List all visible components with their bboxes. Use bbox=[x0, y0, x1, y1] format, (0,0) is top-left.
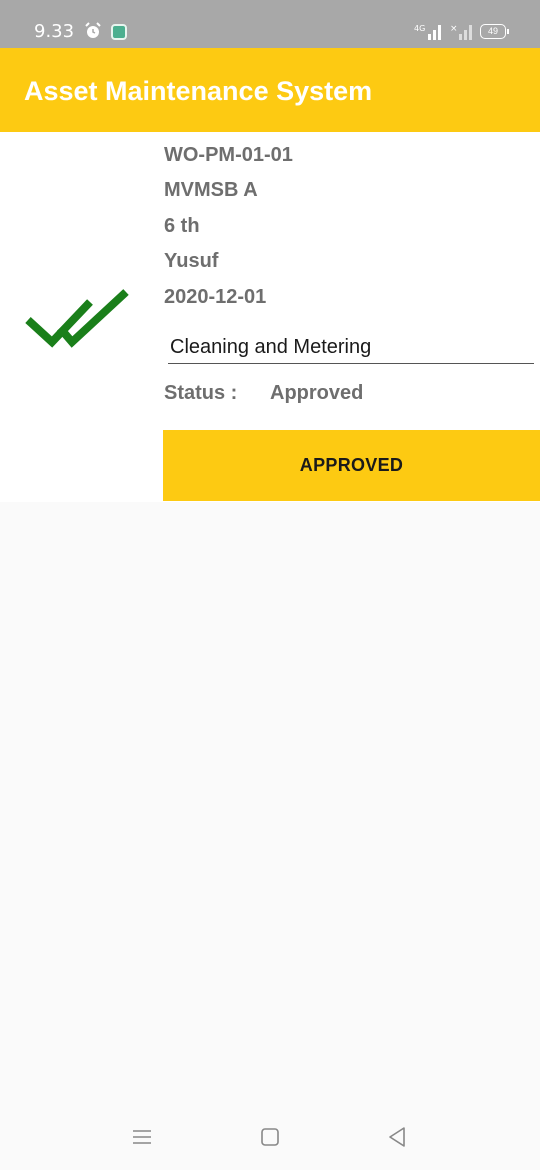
approved-button[interactable]: APPROVED bbox=[163, 430, 540, 501]
alarm-icon bbox=[85, 22, 101, 38]
svg-text:4G: 4G bbox=[414, 24, 425, 33]
home-icon[interactable] bbox=[257, 1124, 283, 1150]
work-order-date: 2020-12-01 bbox=[164, 286, 267, 308]
double-check-icon bbox=[25, 289, 129, 348]
status-bar: 9.33 4G × 49 bbox=[0, 0, 540, 48]
back-icon[interactable] bbox=[384, 1124, 410, 1150]
menu-icon[interactable] bbox=[129, 1124, 155, 1150]
app-notification-icon bbox=[111, 24, 127, 40]
status-label: Status : bbox=[164, 382, 238, 404]
status-value: Approved bbox=[270, 382, 364, 404]
floor-label: 6 th bbox=[164, 215, 200, 237]
site-name: MVMSB A bbox=[164, 179, 258, 201]
battery-icon: 49 bbox=[480, 24, 509, 39]
app-bar: Asset Maintenance System bbox=[0, 48, 540, 132]
signal-4g-icon: 4G bbox=[414, 24, 441, 40]
signal-no-sim-icon: × bbox=[450, 24, 472, 40]
app-title: Asset Maintenance System bbox=[24, 76, 373, 106]
system-nav-bar bbox=[0, 1104, 540, 1170]
status-time: 9.33 bbox=[34, 21, 75, 42]
svg-text:×: × bbox=[450, 24, 458, 34]
work-order-id: WO-PM-01-01 bbox=[164, 144, 293, 166]
task-field[interactable] bbox=[168, 332, 534, 364]
technician-name: Yusuf bbox=[164, 250, 219, 272]
